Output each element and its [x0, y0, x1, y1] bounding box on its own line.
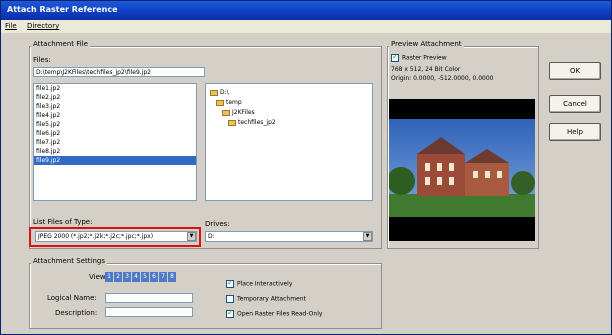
- menu-directory[interactable]: Directory: [27, 22, 59, 30]
- temporary-attachment-checkbox[interactable]: Temporary Attachment: [226, 295, 306, 303]
- file-path-input[interactable]: D:\temp\J2KFiles\techfiles_jp2\file9.jp2: [33, 67, 205, 77]
- logical-name-input[interactable]: [105, 293, 193, 303]
- ok-button[interactable]: OK: [549, 62, 601, 80]
- preview-info-size: 768 x 512, 24 Bit Color: [391, 66, 461, 73]
- view-number[interactable]: 1: [105, 272, 114, 282]
- file-list[interactable]: file1.jp2 file2.jp2 file3.jp2 file4.jp2 …: [33, 83, 197, 201]
- checkbox-icon: [226, 278, 234, 288]
- list-item[interactable]: file5.jp2: [34, 120, 196, 129]
- preview-group-label: Preview Attachment: [389, 40, 464, 48]
- folder-open-icon: [228, 119, 236, 126]
- view-number[interactable]: 7: [159, 272, 168, 282]
- view-number[interactable]: 6: [150, 272, 159, 282]
- checkbox-icon: [391, 52, 399, 62]
- preview-info-origin: Origin: 0.0000, -512.0000, 0.0000: [391, 75, 494, 82]
- checkbox-icon: [226, 308, 234, 318]
- menu-bar: File Directory: [1, 20, 611, 33]
- list-item[interactable]: file4.jp2: [34, 111, 196, 120]
- drives-label: Drives:: [205, 220, 230, 228]
- tree-node-temp[interactable]: temp: [210, 98, 372, 108]
- list-item[interactable]: file7.jp2: [34, 138, 196, 147]
- building-photo: [389, 119, 535, 217]
- files-label: Files:: [33, 56, 51, 64]
- list-item[interactable]: file8.jp2: [34, 147, 196, 156]
- drives-select[interactable]: D: ▼: [205, 231, 373, 242]
- view-number[interactable]: 3: [123, 272, 132, 282]
- highlight-box: [29, 227, 201, 247]
- list-item[interactable]: file1.jp2: [34, 84, 196, 93]
- folder-open-icon: [216, 99, 224, 106]
- description-input[interactable]: [105, 307, 193, 317]
- help-button[interactable]: Help: [549, 123, 601, 141]
- view-number[interactable]: 5: [141, 272, 150, 282]
- place-interactively-checkbox[interactable]: Place Interactively: [226, 278, 292, 288]
- preview-image: [389, 99, 535, 241]
- list-item[interactable]: file6.jp2: [34, 129, 196, 138]
- folder-open-icon: [222, 109, 230, 116]
- view-number[interactable]: 2: [114, 272, 123, 282]
- attach-raster-dialog: Attach Raster Reference File Directory A…: [0, 0, 612, 335]
- checkbox-icon: [226, 295, 234, 303]
- title-bar: Attach Raster Reference: [1, 1, 611, 20]
- raster-preview-checkbox[interactable]: Raster Preview: [391, 52, 447, 62]
- drives-value: D:: [208, 233, 215, 240]
- logical-name-label: Logical Name:: [47, 294, 97, 302]
- view-number[interactable]: 4: [132, 272, 141, 282]
- cancel-button[interactable]: Cancel: [549, 95, 601, 113]
- chevron-down-icon[interactable]: ▼: [363, 232, 372, 241]
- tree-node-j2kfiles[interactable]: J2KFiles: [210, 108, 372, 118]
- list-item[interactable]: file3.jp2: [34, 102, 196, 111]
- description-label: Description:: [55, 309, 98, 317]
- view-number[interactable]: 8: [168, 272, 177, 282]
- menu-file[interactable]: File: [5, 22, 17, 30]
- attachment-settings-label: Attachment Settings: [31, 257, 107, 265]
- list-files-type-label: List Files of Type:: [33, 218, 93, 226]
- list-item-selected[interactable]: file9.jp2: [34, 156, 196, 165]
- open-readonly-checkbox[interactable]: Open Raster Files Read-Only: [226, 308, 322, 318]
- view-selector[interactable]: 1 2 3 4 5 6 7 8: [105, 272, 177, 282]
- attachment-file-group-label: Attachment File: [31, 40, 90, 48]
- window-title: Attach Raster Reference: [7, 5, 118, 14]
- tree-node-techfiles[interactable]: techfiles_jp2: [210, 118, 372, 128]
- list-item[interactable]: file2.jp2: [34, 93, 196, 102]
- folder-open-icon: [210, 89, 218, 96]
- tree-node-drive[interactable]: D:\: [210, 88, 372, 98]
- directory-tree[interactable]: D:\ temp J2KFiles techfiles_jp2: [205, 83, 373, 201]
